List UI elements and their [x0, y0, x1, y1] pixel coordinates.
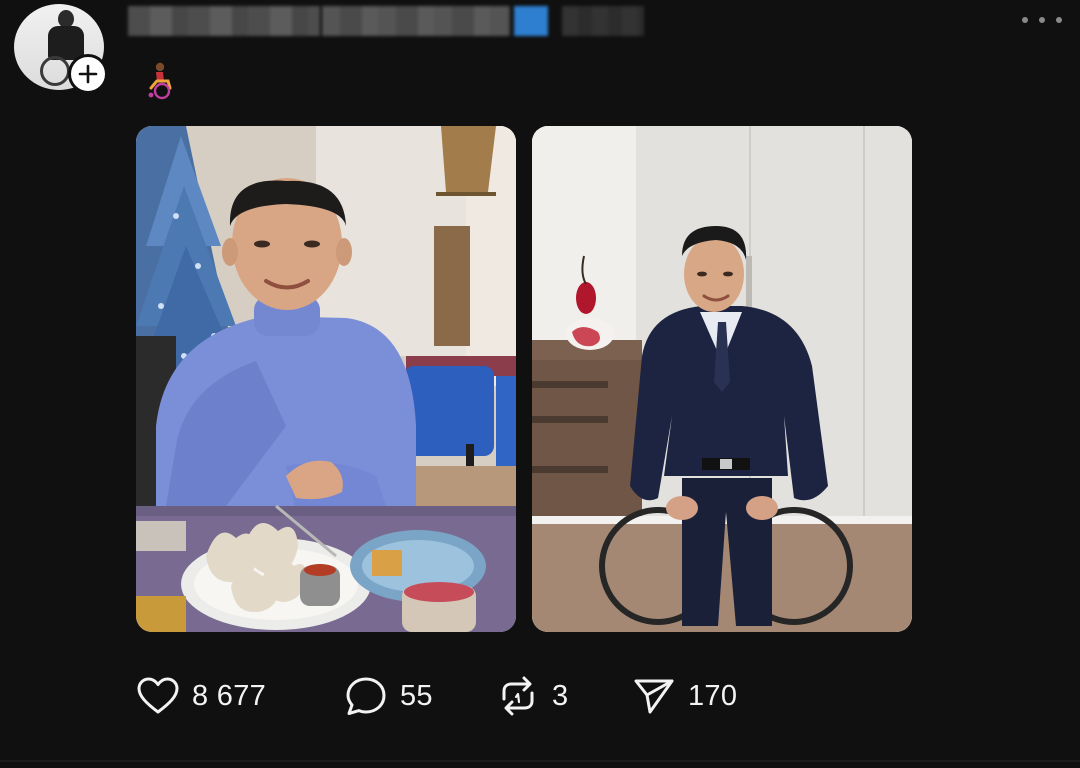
repost-button[interactable]: 3	[496, 675, 632, 717]
more-icon-dot	[1056, 17, 1062, 23]
post-image-1[interactable]	[136, 126, 516, 632]
follow-button[interactable]	[68, 54, 108, 94]
thread-post: 8 677 55 3 170	[0, 0, 1080, 768]
blurred-username-part	[322, 6, 510, 36]
like-button[interactable]: 8 677	[136, 676, 344, 716]
share-button[interactable]: 170	[632, 676, 752, 716]
more-icon-dot	[1039, 17, 1045, 23]
more-icon	[1022, 17, 1028, 23]
more-options-button[interactable]	[1022, 12, 1062, 28]
blurred-username[interactable]	[128, 6, 320, 36]
photo-man-in-suit-in-wheelchair	[532, 126, 912, 632]
like-count: 8 677	[192, 679, 267, 712]
post-image-2[interactable]	[532, 126, 912, 632]
avatar-wheel	[40, 56, 70, 86]
repost-count: 3	[552, 679, 569, 712]
photo-man-in-blue-sweater-at-restaurant	[136, 126, 516, 632]
repost-icon	[502, 676, 534, 716]
blurred-timestamp	[562, 6, 644, 36]
plus-icon	[78, 64, 98, 84]
heart-icon	[137, 677, 179, 714]
comment-button[interactable]: 55	[344, 675, 496, 717]
send-icon	[634, 679, 674, 714]
comment-count: 55	[400, 679, 433, 712]
comment-icon	[346, 677, 386, 715]
blurred-verified-badge	[514, 6, 548, 36]
share-count: 170	[688, 679, 738, 712]
post-divider	[0, 760, 1080, 762]
person-in-wheelchair-emoji	[148, 62, 172, 100]
post-action-bar: 8 677 55 3 170	[136, 672, 752, 720]
